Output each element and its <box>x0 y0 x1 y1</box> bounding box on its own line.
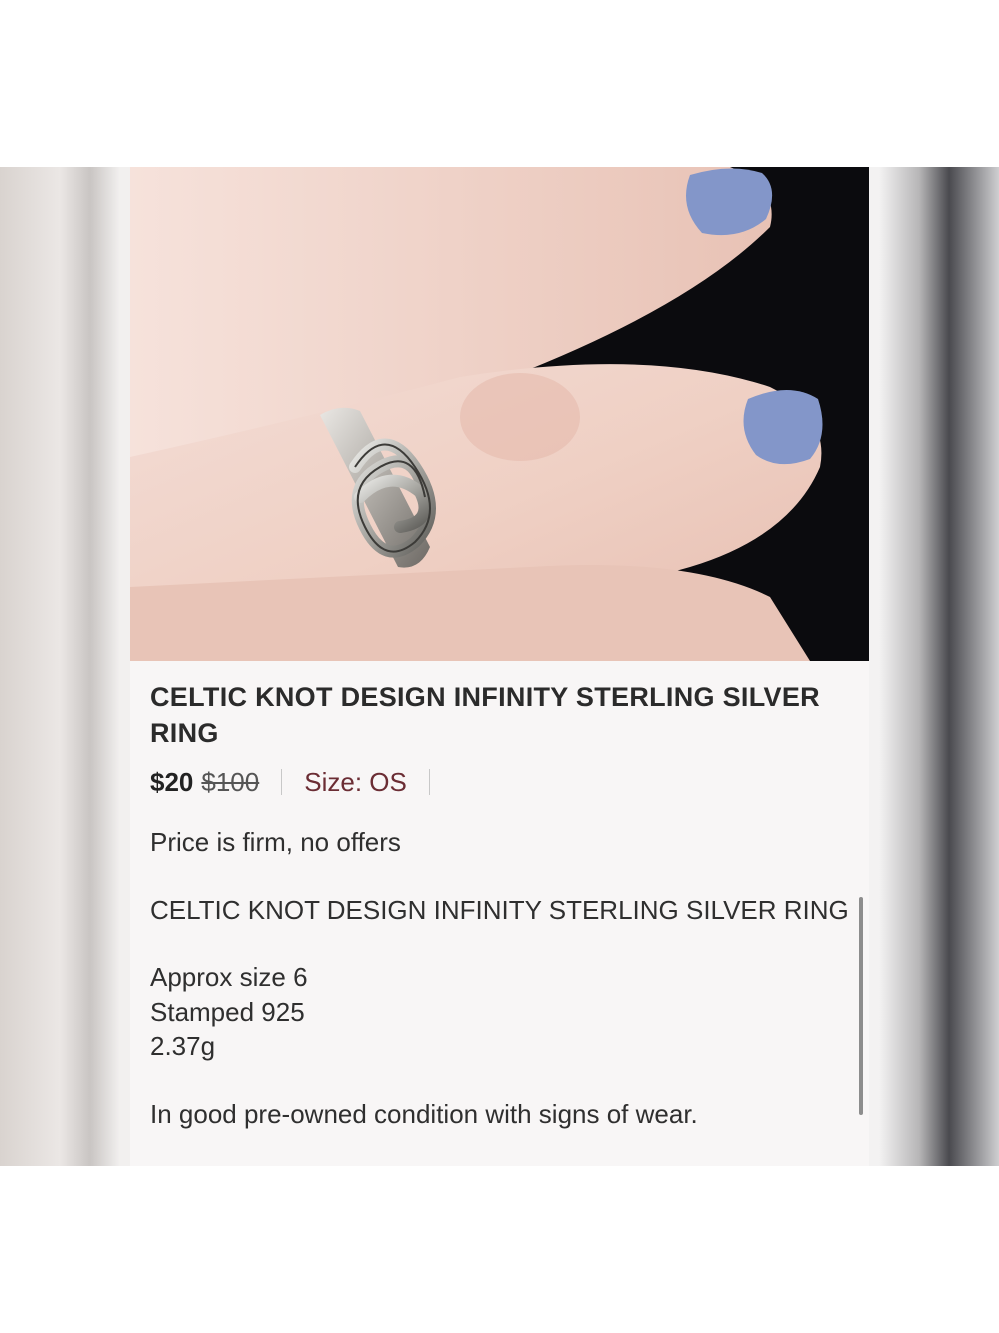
description-paragraph: CELTIC KNOT DESIGN INFINITY STERLING SIL… <box>150 894 849 925</box>
scrollbar[interactable] <box>859 897 863 1115</box>
description-paragraph: Approx size 6 Stamped 925 2.37g <box>150 962 308 1061</box>
description-paragraph: In good pre-owned condition with signs o… <box>150 1098 698 1129</box>
original-price: $100 <box>201 766 260 797</box>
current-price: $20 <box>150 766 194 797</box>
divider <box>428 769 430 795</box>
listing-title: CELTIC KNOT DESIGN INFINITY STERLING SIL… <box>150 682 820 748</box>
size-label: Size: OS <box>304 766 407 797</box>
listing-description: Price is firm, no offers CELTIC KNOT DES… <box>150 825 850 1131</box>
listing-details: CELTIC KNOT DESIGN INFINITY STERLING SIL… <box>150 679 850 1164</box>
divider <box>281 769 283 795</box>
ring-on-hand-illustration <box>130 167 869 661</box>
description-paragraph: Price is firm, no offers <box>150 827 401 857</box>
product-photo[interactable] <box>130 167 869 661</box>
listing-card: CELTIC KNOT DESIGN INFINITY STERLING SIL… <box>130 167 869 1166</box>
price-row: $20 $100 Size: OS <box>150 765 850 799</box>
